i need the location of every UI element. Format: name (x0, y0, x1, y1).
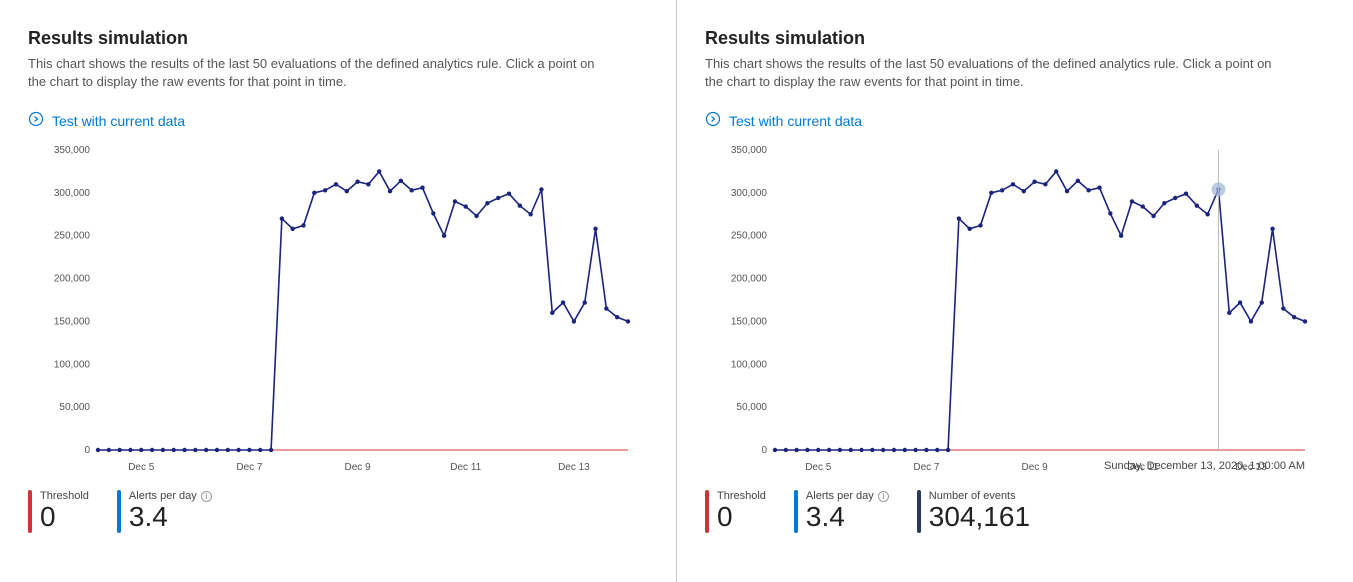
hover-timestamp: Sunday, December 13, 2020, 1:00:00 AM (1104, 460, 1305, 472)
line-chart[interactable]: 0 50,000 100,000 150,000 200,000 250,000 300,0… (28, 140, 640, 480)
svg-text:0: 0 (84, 445, 90, 456)
events-bar-icon (917, 490, 921, 533)
svg-text:Dec 9: Dec 9 (345, 462, 372, 473)
svg-text:250,000: 250,000 (54, 231, 91, 242)
events-value: 304,161 (929, 502, 1030, 533)
right-panel: Results simulation This chart shows the … (677, 0, 1353, 582)
svg-text:0: 0 (761, 445, 767, 456)
svg-text:150,000: 150,000 (731, 317, 768, 328)
chart-left[interactable]: 0 50,000 100,000 150,000 200,000 250,000 300,0… (28, 140, 640, 480)
panel-description: This chart shows the results of the last… (28, 55, 608, 91)
alerts-bar-icon (794, 490, 798, 533)
threshold-stat: Threshold 0 (28, 490, 89, 533)
alerts-stat: Alerts per day i 3.4 (117, 490, 212, 533)
svg-text:350,000: 350,000 (731, 145, 768, 156)
stats-row: Threshold 0 Alerts per day i 3.4 (28, 490, 648, 533)
svg-text:Dec 11: Dec 11 (450, 462, 481, 473)
threshold-value: 0 (40, 502, 89, 533)
svg-text:200,000: 200,000 (731, 274, 768, 285)
test-with-current-data-button[interactable]: Test with current data (28, 111, 185, 130)
panel-title: Results simulation (28, 28, 648, 49)
panel-title: Results simulation (705, 28, 1325, 49)
test-with-current-data-button[interactable]: Test with current data (705, 111, 862, 130)
threshold-stat: Threshold 0 (705, 490, 766, 533)
alerts-bar-icon (117, 490, 121, 533)
svg-text:Dec 5: Dec 5 (805, 462, 832, 473)
alerts-value: 3.4 (806, 502, 889, 533)
svg-text:350,000: 350,000 (54, 145, 91, 156)
test-link-label: Test with current data (52, 113, 185, 129)
alerts-value: 3.4 (129, 502, 212, 533)
panel-description: This chart shows the results of the last… (705, 55, 1285, 91)
svg-text:Dec 7: Dec 7 (913, 462, 940, 473)
test-link-label: Test with current data (729, 113, 862, 129)
threshold-value: 0 (717, 502, 766, 533)
info-icon[interactable]: i (878, 491, 889, 502)
svg-text:Dec 13: Dec 13 (558, 462, 590, 473)
svg-text:250,000: 250,000 (731, 231, 768, 242)
svg-text:50,000: 50,000 (736, 403, 767, 414)
svg-text:150,000: 150,000 (54, 317, 91, 328)
threshold-bar-icon (28, 490, 32, 533)
events-stat: Number of events 304,161 (917, 490, 1030, 533)
svg-text:Dec 9: Dec 9 (1022, 462, 1049, 473)
info-icon[interactable]: i (201, 491, 212, 502)
svg-text:Dec 5: Dec 5 (128, 462, 155, 473)
stats-row: Threshold 0 Alerts per day i 3.4 Number … (705, 490, 1325, 533)
arrow-right-circle-icon (705, 111, 721, 130)
line-chart[interactable]: 0 50,000 100,000 150,000 200,000 250,000 300,0… (705, 140, 1317, 480)
svg-text:100,000: 100,000 (54, 360, 91, 371)
chart-right[interactable]: 0 50,000 100,000 150,000 200,000 250,000 300,0… (705, 140, 1317, 480)
svg-text:Dec 7: Dec 7 (236, 462, 263, 473)
svg-text:300,000: 300,000 (731, 188, 768, 199)
svg-text:100,000: 100,000 (731, 360, 768, 371)
alerts-stat: Alerts per day i 3.4 (794, 490, 889, 533)
svg-text:300,000: 300,000 (54, 188, 91, 199)
left-panel: Results simulation This chart shows the … (0, 0, 676, 582)
svg-text:50,000: 50,000 (59, 403, 90, 414)
arrow-right-circle-icon (28, 111, 44, 130)
threshold-bar-icon (705, 490, 709, 533)
svg-text:200,000: 200,000 (54, 274, 91, 285)
